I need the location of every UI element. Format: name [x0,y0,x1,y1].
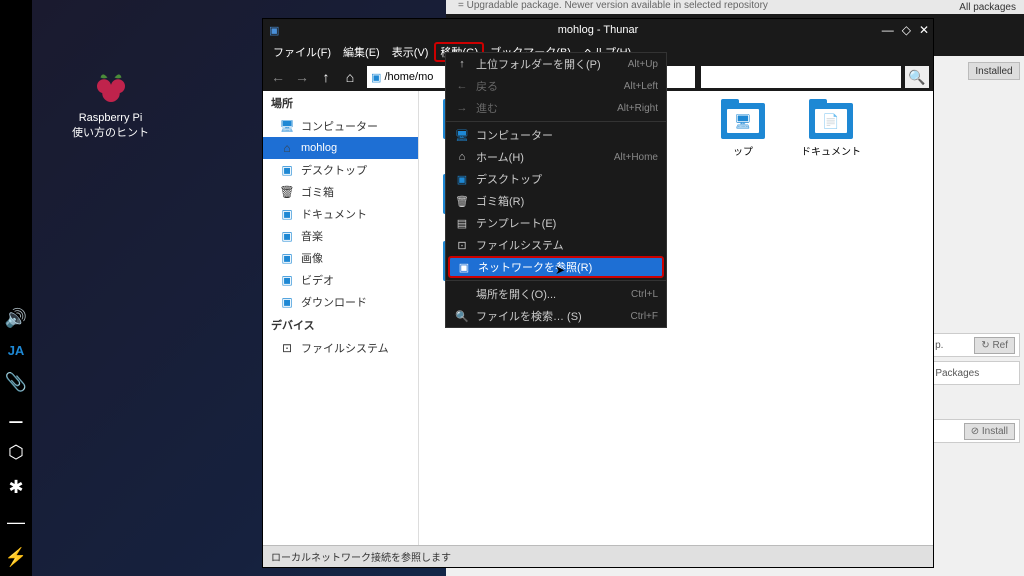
menu-search-files[interactable]: 🔍ファイルを検索… (S)Ctrl+F [446,305,666,327]
bg-row: ⊘ Install [924,419,1020,443]
menu-home[interactable]: ⌂ホーム(H)Alt+Home [446,146,666,168]
sidebar: 場所 🖥コンピューター ⌂mohlog ▣デスクトップ 🗑ゴミ箱 ▣ドキュメント… [263,91,419,545]
menu-edit[interactable]: 編集(E) [337,42,386,62]
wifi-icon[interactable]: ⚊ [8,407,24,428]
ime-indicator[interactable]: JA [8,343,25,358]
home-button[interactable]: ⌂ [339,66,361,88]
computer-icon: 🖥 [279,118,295,134]
disk-icon: ⊡ [279,340,295,356]
folder-icon: ▣ [279,228,295,244]
places-header: 場所 [263,91,418,115]
devices-header: デバイス [263,313,418,337]
maximize-button[interactable]: ◇ [902,23,911,37]
menu-computer[interactable]: 🖥コンピューター [446,124,666,146]
desktop-shortcut-rpi[interactable]: Raspberry Pi 使い方のヒント [72,67,149,140]
menu-file[interactable]: ファイル(F) [267,42,337,62]
close-button[interactable]: ✕ [919,23,929,37]
folder-icon: ▣ [454,173,470,186]
file-item[interactable]: 📄ドキュメント [797,103,865,158]
search-button[interactable]: 🔍 [905,66,929,88]
folder-icon: ▣ [279,206,295,222]
forward-button[interactable]: → [291,66,313,88]
computer-icon: 🖥 [454,129,470,142]
bg-text: = Upgradable package. Newer version avai… [446,0,1024,14]
menu-open-location[interactable]: 場所を開く(O)...Ctrl+L [446,283,666,305]
folder-icon: ▣ [279,272,295,288]
package-icon[interactable]: ⬡ [8,442,24,463]
app-icon: ▣ [269,24,279,37]
folder-icon: ▣ [279,294,295,310]
back-icon: ← [454,80,470,92]
trash-icon: 🗑 [279,184,295,200]
titlebar[interactable]: ▣ mohlog - Thunar — ◇ ✕ [263,19,933,41]
home-icon: ⌂ [279,140,295,156]
bg-row: " Packages [924,361,1020,385]
desktop-label: 使い方のヒント [72,124,149,140]
bg-label: All packages [959,2,1016,13]
desktop-label: Raspberry Pi [72,112,149,124]
separator [446,121,666,122]
forward-icon: → [454,102,470,114]
back-button[interactable]: ← [267,66,289,88]
search-icon: 🔍 [454,310,470,323]
menu-back: ←戻るAlt+Left [446,75,666,97]
menu-desktop[interactable]: ▣デスクトップ [446,168,666,190]
network-icon: ▣ [456,261,472,274]
bluetooth-icon[interactable]: ✱ [8,477,23,498]
system-tray: 🔊 JA 📎 ⚊ ⬡ ✱ — ⚡ [0,0,32,576]
cursor-icon: ➤ [555,263,565,277]
sidebar-item-documents[interactable]: ▣ドキュメント [263,203,418,225]
sidebar-item-filesystem[interactable]: ⊡ファイルシステム [263,337,418,359]
up-button[interactable]: ↑ [315,66,337,88]
up-icon: ↑ [454,58,470,70]
clip-icon[interactable]: 📎 [5,372,27,393]
separator [446,280,666,281]
minimize-button[interactable]: — [882,23,894,37]
sidebar-item-pictures[interactable]: ▣画像 [263,247,418,269]
home-icon: ⌂ [454,151,470,163]
sidebar-item-music[interactable]: ▣音楽 [263,225,418,247]
line-icon[interactable]: — [7,512,25,533]
statusbar: ローカルネットワーク接続を参照します [263,545,933,567]
sidebar-item-trash[interactable]: 🗑ゴミ箱 [263,181,418,203]
templates-icon: ▤ [454,217,470,230]
search-input[interactable] [701,66,901,88]
menu-templates[interactable]: ▤テンプレート(E) [446,212,666,234]
menu-view[interactable]: 表示(V) [386,42,435,62]
go-menu-dropdown: ↑上位フォルダーを開く(P)Alt+Up ←戻るAlt+Left →進むAlt+… [445,52,667,328]
file-item[interactable]: 🖥ップ [709,103,777,158]
menu-trash[interactable]: 🗑ゴミ箱(R) [446,190,666,212]
sidebar-item-desktop[interactable]: ▣デスクトップ [263,159,418,181]
sidebar-item-computer[interactable]: 🖥コンピューター [263,115,418,137]
sidebar-item-videos[interactable]: ▣ビデオ [263,269,418,291]
bg-installed-tab[interactable]: Installed [968,62,1020,80]
bg-row: r p.↻ Ref [924,333,1020,357]
menu-filesystem[interactable]: ⊡ファイルシステム [446,234,666,256]
menu-forward: →進むAlt+Right [446,97,666,119]
folder-icon: ▣ [279,250,295,266]
bg-right-panel: r p.↻ Ref " Packages ⊘ Install [924,333,1020,447]
folder-icon: ▣ [279,162,295,178]
refresh-button[interactable]: ↻ Ref [974,337,1015,354]
window-title: mohlog - Thunar [558,24,639,36]
sidebar-item-downloads[interactable]: ▣ダウンロード [263,291,418,313]
volume-icon[interactable]: 🔊 [5,308,27,329]
trash-icon: 🗑 [454,195,470,208]
power-icon[interactable]: ⚡ [5,547,27,568]
install-button[interactable]: ⊘ Install [964,423,1015,440]
menu-open-parent[interactable]: ↑上位フォルダーを開く(P)Alt+Up [446,53,666,75]
disk-icon: ⊡ [454,239,470,252]
sidebar-item-mohlog[interactable]: ⌂mohlog [263,137,418,159]
